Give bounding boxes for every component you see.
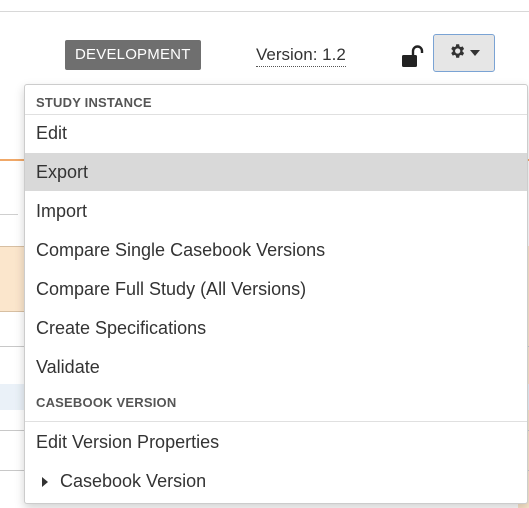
menu-item-compare-single[interactable]: Compare Single Casebook Versions [25,231,527,269]
environment-badge: DEVELOPMENT [65,40,201,70]
version-link[interactable]: Version: 1.2 [256,44,346,67]
menu-item-casebook-version-submenu[interactable]: Casebook Version [25,462,527,500]
menu-item-create-specifications[interactable]: Create Specifications [25,309,527,347]
menu-item-validate[interactable]: Validate [25,348,527,386]
gear-icon [448,42,466,65]
menu-section-header: CASEBOOK VERSION [36,395,177,410]
menu-item-export[interactable]: Export [25,153,527,191]
menu-divider [25,421,527,422]
settings-dropdown-menu: STUDY INSTANCE Edit Export Import Compar… [24,84,528,504]
settings-dropdown-button[interactable] [433,34,495,72]
unlock-icon[interactable] [400,45,424,69]
menu-item-label: Casebook Version [60,471,207,491]
menu-section-header: STUDY INSTANCE [36,95,152,110]
top-divider [0,11,529,12]
caret-down-icon [470,44,480,62]
menu-item-import[interactable]: Import [25,192,527,230]
page: DEVELOPMENT Version: 1.2 STUDY INSTANCE … [0,0,529,508]
caret-right-icon [42,477,48,488]
menu-item-edit-version-properties[interactable]: Edit Version Properties [25,423,527,461]
menu-item-compare-full[interactable]: Compare Full Study (All Versions) [25,270,527,308]
section-divider [0,214,18,215]
menu-item-edit[interactable]: Edit [25,114,527,152]
